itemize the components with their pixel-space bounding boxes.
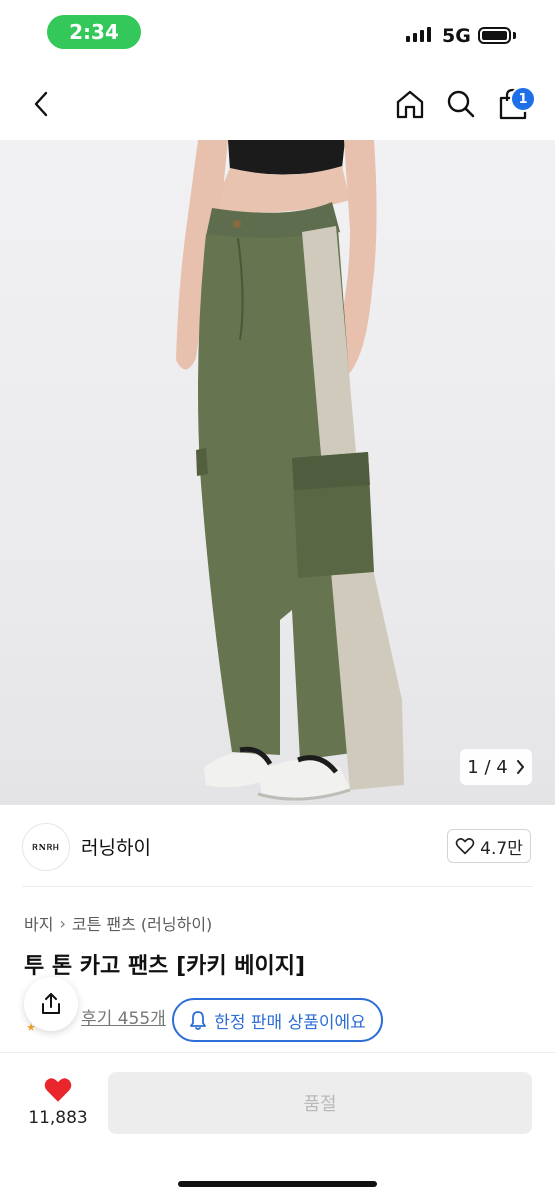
status-time: 2:34 <box>47 15 141 49</box>
back-button[interactable] <box>24 86 58 122</box>
wishlist-count: 11,883 <box>28 1108 88 1128</box>
brand-logo-text: ᏒNᏒᎻ <box>32 841 60 852</box>
wishlist-button[interactable] <box>43 1076 73 1107</box>
image-counter[interactable]: 1 / 4 <box>460 749 532 785</box>
battery-icon <box>478 27 511 44</box>
brand-like-count: 4.7만 <box>480 838 523 859</box>
product-image[interactable] <box>0 140 555 805</box>
breadcrumb-separator-icon: › <box>59 913 66 933</box>
home-indicator <box>178 1181 377 1187</box>
breadcrumb-subcategory[interactable]: 코튼 팬츠 (러닝하이) <box>72 911 212 935</box>
image-counter-text: 1 / 4 <box>467 756 508 778</box>
search-icon <box>447 90 475 118</box>
cart-count-badge: 1 <box>510 86 536 112</box>
purchase-button[interactable]: 품절 <box>108 1072 532 1134</box>
chevron-right-icon <box>516 760 524 774</box>
home-icon <box>396 90 424 119</box>
divider <box>22 886 533 887</box>
search-button[interactable] <box>443 86 479 122</box>
network-label: 5G <box>442 25 471 47</box>
share-icon <box>42 993 60 1014</box>
product-title: 투 톤 카고 팬츠 [카키 베이지] <box>24 954 306 979</box>
review-link[interactable]: 후기 455개 <box>81 1004 166 1029</box>
home-button[interactable] <box>392 86 428 122</box>
bell-icon <box>190 1011 207 1030</box>
chevron-left-icon <box>34 91 48 117</box>
cargo-pants-photo <box>176 140 404 801</box>
battery-cap <box>513 32 516 39</box>
limited-sale-text: 한정 판매 상품이에요 <box>214 1012 366 1033</box>
signal-icon <box>406 27 431 42</box>
heart-outline-icon <box>455 838 475 855</box>
brand-like-button[interactable]: 4.7만 <box>447 829 531 863</box>
brand-logo[interactable]: ᏒNᏒᎻ <box>22 823 70 871</box>
limited-sale-badge[interactable]: 한정 판매 상품이에요 <box>172 998 383 1042</box>
brand-name[interactable]: 러닝하이 <box>81 833 151 860</box>
breadcrumb: 바지 › 코튼 팬츠 (러닝하이) <box>24 911 212 935</box>
share-button[interactable] <box>24 977 78 1031</box>
breadcrumb-category[interactable]: 바지 <box>24 911 53 935</box>
heart-icon <box>44 1078 72 1102</box>
